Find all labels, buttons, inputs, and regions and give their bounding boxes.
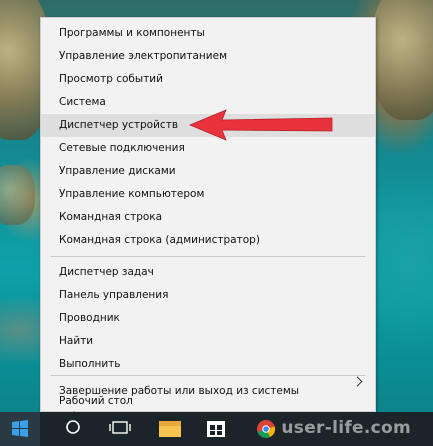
- menu-item-desktop[interactable]: Рабочий стол: [41, 391, 375, 412]
- menu-item-search[interactable]: Найти: [41, 330, 375, 353]
- menu-item-label: Панель управления: [59, 289, 169, 301]
- task-view-icon[interactable]: [100, 412, 140, 446]
- menu-item-device-manager[interactable]: Диспетчер устройств: [41, 114, 375, 137]
- store-icon[interactable]: [196, 412, 236, 446]
- menu-item-control-panel[interactable]: Панель управления: [41, 284, 375, 307]
- menu-item-label: Диспетчер устройств: [59, 119, 179, 131]
- menu-item-file-explorer[interactable]: Проводник: [41, 307, 375, 330]
- menu-item-label: Управление компьютером: [59, 188, 205, 200]
- menu-item-network-connections[interactable]: Сетевые подключения: [41, 137, 375, 160]
- file-explorer-icon[interactable]: [150, 412, 190, 446]
- menu-item-computer-management[interactable]: Управление компьютером: [41, 183, 375, 206]
- menu-item-label: Диспетчер задач: [59, 266, 154, 278]
- menu-item-label: Рабочий стол: [59, 395, 133, 407]
- menu-item-disk-management[interactable]: Управление дисками: [41, 160, 375, 183]
- menu-item-label: Система: [59, 96, 106, 108]
- menu-item-label: Найти: [59, 335, 94, 347]
- menu-item-label: Просмотр событий: [59, 73, 163, 85]
- menu-item-label: Управление дисками: [59, 165, 176, 177]
- menu-item-label: Сетевые подключения: [59, 142, 185, 154]
- wallpaper-rock: [372, 0, 433, 120]
- menu-item-command-prompt-admin[interactable]: Командная строка (администратор): [41, 229, 375, 252]
- menu-item-label: Командная строка (администратор): [59, 234, 260, 246]
- menu-item-power-options[interactable]: Управление электропитанием: [41, 45, 375, 68]
- windows-start-icon[interactable]: [0, 412, 40, 446]
- menu-item-event-viewer[interactable]: Просмотр событий: [41, 68, 375, 91]
- menu-item-programs-and-features[interactable]: Программы и компоненты: [41, 22, 375, 45]
- search-icon[interactable]: [55, 412, 95, 446]
- menu-separator: [51, 256, 365, 257]
- menu-item-label: Проводник: [59, 312, 120, 324]
- menu-item-command-prompt[interactable]: Командная строка: [41, 206, 375, 229]
- menu-item-label: Командная строка: [59, 211, 163, 223]
- menu-item-task-manager[interactable]: Диспетчер задач: [41, 261, 375, 284]
- menu-item-label: Программы и компоненты: [59, 27, 205, 39]
- menu-item-system[interactable]: Система: [41, 91, 375, 114]
- menu-item-label: Управление электропитанием: [59, 50, 227, 62]
- menu-item-shutdown-or-sign-out[interactable]: Завершение работы или выход из системы: [41, 369, 375, 397]
- watermark: user-life.com: [281, 418, 411, 438]
- wallpaper-rock: [0, 165, 35, 225]
- chrome-icon[interactable]: [246, 412, 286, 446]
- winx-context-menu: Программы и компоненты Управление электр…: [40, 17, 376, 412]
